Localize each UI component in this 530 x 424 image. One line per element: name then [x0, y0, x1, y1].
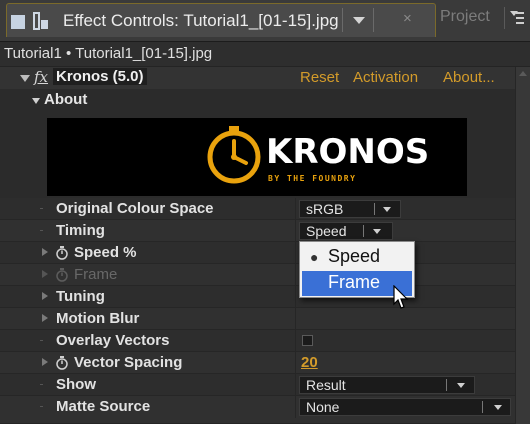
- property-label: Motion Blur: [56, 310, 140, 327]
- stopwatch-icon[interactable]: [55, 245, 69, 260]
- breadcrumb: Tutorial1 • Tutorial1_[01-15].jpg: [0, 42, 530, 67]
- stopwatch-icon: [56, 268, 68, 282]
- expand-triangle-icon[interactable]: [42, 314, 48, 322]
- matte-source-dropdown[interactable]: None: [299, 398, 511, 416]
- property-label: Frame: [74, 266, 118, 283]
- show-dropdown[interactable]: Result: [299, 376, 475, 394]
- tab-title: Effect Controls: Tutorial1_[01-15].jpg: [63, 11, 339, 30]
- panel-tab-bar: Effect Controls: Tutorial1_[01-15].jpg ×…: [0, 0, 530, 42]
- kronos-stopwatch-logo-icon: [207, 126, 261, 184]
- overlay-vectors-checkbox[interactable]: [302, 335, 313, 346]
- property-row-matte-source: Matte Source None: [0, 396, 515, 424]
- breadcrumb-text: Tutorial1 • Tutorial1_[01-15].jpg: [4, 45, 213, 62]
- dropdown-value: Speed: [306, 223, 347, 239]
- logo-wordmark: KRONOS: [266, 132, 430, 172]
- property-label: Tuning: [56, 288, 105, 305]
- dropdown-value: None: [306, 399, 340, 415]
- kronos-logo-banner: KRONOS BY THE FOUNDRY: [47, 118, 467, 196]
- dropdown-value: Result: [306, 377, 346, 393]
- expand-triangle-icon[interactable]: [32, 98, 40, 104]
- tab-dropdown-button[interactable]: [342, 8, 394, 32]
- tab-project[interactable]: Project: [440, 8, 490, 26]
- scroll-up-arrow-icon[interactable]: [519, 71, 527, 76]
- property-label: Original Colour Space: [56, 200, 214, 217]
- property-row-speed: Speed %: [0, 242, 515, 264]
- original-colour-space-dropdown[interactable]: sRGB: [299, 200, 401, 218]
- chevron-down-icon: [383, 207, 391, 212]
- property-label: Matte Source: [56, 398, 151, 415]
- panel-grip-icon[interactable]: [11, 15, 25, 29]
- chevron-down-icon: [457, 383, 465, 388]
- menu-item-speed[interactable]: ● Speed: [302, 245, 412, 270]
- property-row-show: Show Result: [0, 374, 515, 396]
- property-label: Show: [56, 376, 96, 393]
- reset-link[interactable]: Reset: [300, 69, 339, 86]
- property-label: Speed %: [74, 244, 137, 261]
- checked-bullet-icon: ●: [310, 249, 319, 265]
- activation-link[interactable]: Activation: [353, 69, 418, 86]
- dropdown-value: sRGB: [306, 201, 344, 217]
- stopwatch-icon[interactable]: [55, 355, 69, 370]
- expand-triangle-icon: [42, 270, 48, 278]
- expand-triangle-icon[interactable]: [42, 248, 48, 256]
- effect-name[interactable]: Kronos (5.0): [53, 68, 147, 85]
- vertical-scrollbar[interactable]: [515, 67, 530, 424]
- about-link[interactable]: About...: [443, 69, 495, 86]
- lock-panel-icon[interactable]: [33, 12, 49, 30]
- chevron-down-icon: [494, 405, 502, 410]
- tab-effect-controls[interactable]: Effect Controls: Tutorial1_[01-15].jpg ×: [6, 3, 436, 37]
- property-row-frame: Frame: [0, 264, 515, 286]
- vector-spacing-value[interactable]: 20: [301, 354, 318, 371]
- menu-item-label: Frame: [328, 272, 381, 292]
- chevron-down-icon: [353, 17, 365, 24]
- expand-triangle-icon[interactable]: [42, 358, 48, 366]
- timing-dropdown[interactable]: Speed: [299, 222, 393, 240]
- effect-header-row[interactable]: fx Kronos (5.0) Reset Activation About..…: [0, 67, 515, 89]
- property-row-overlay-vectors: Overlay Vectors: [0, 330, 515, 352]
- about-group-row[interactable]: About: [0, 89, 515, 111]
- property-row-vector-spacing: Vector Spacing 20: [0, 352, 515, 374]
- collapse-triangle-icon[interactable]: [20, 75, 30, 82]
- property-label: Overlay Vectors: [56, 332, 170, 349]
- property-row-original-colour-space: Original Colour Space sRGB: [0, 198, 515, 220]
- expand-triangle-icon[interactable]: [42, 292, 48, 300]
- property-row-motion-blur[interactable]: Motion Blur: [0, 308, 515, 330]
- logo-tagline: BY THE FOUNDRY: [268, 174, 357, 183]
- about-label: About: [44, 91, 88, 108]
- close-icon[interactable]: ×: [403, 10, 412, 27]
- property-label: Timing: [56, 222, 105, 239]
- panel-menu-icon[interactable]: [504, 7, 526, 29]
- chevron-down-icon: [373, 229, 381, 234]
- fx-toggle-icon[interactable]: fx: [34, 68, 48, 86]
- menu-item-label: Speed: [328, 246, 381, 266]
- property-label: Vector Spacing: [74, 354, 183, 371]
- mouse-cursor-icon: [393, 285, 409, 309]
- property-row-timing: Timing Speed: [0, 220, 515, 242]
- property-row-tuning[interactable]: Tuning: [0, 286, 515, 308]
